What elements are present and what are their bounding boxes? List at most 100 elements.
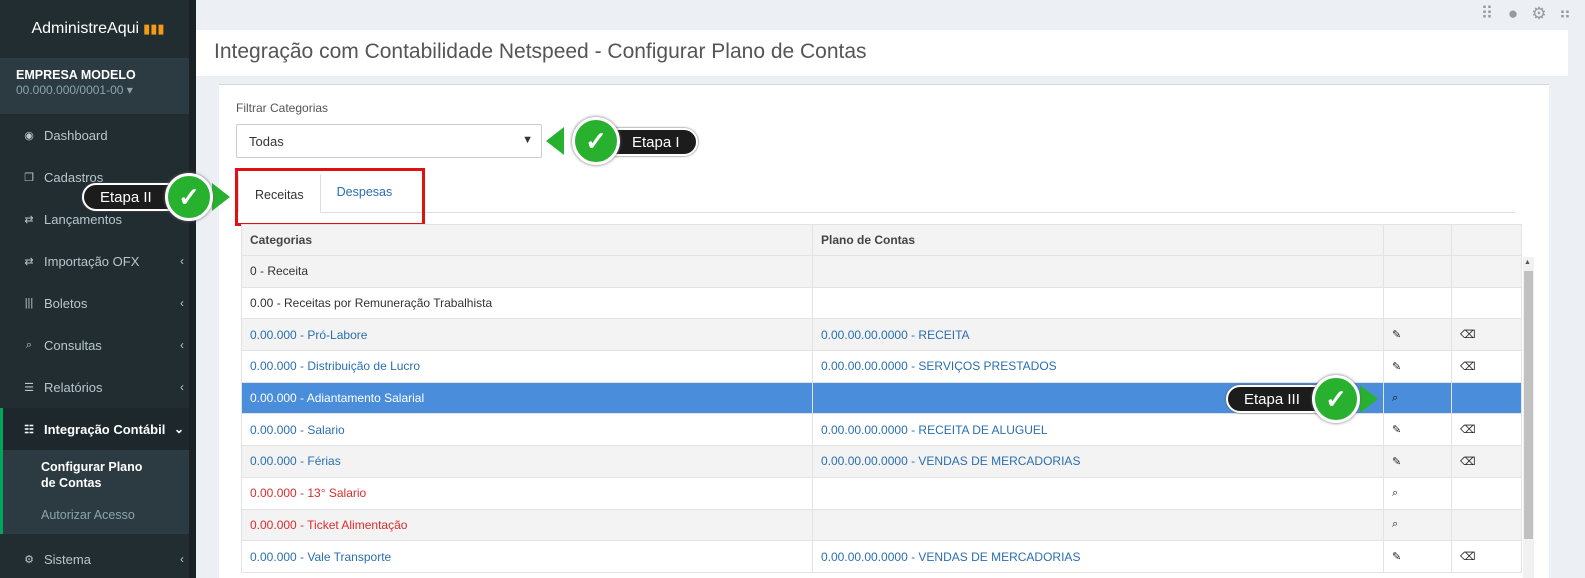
sidebar-item-integracao-contabil[interactable]: ☷ Integração Contábil ⌄	[0, 408, 196, 450]
edit-icon[interactable]: ✎	[1383, 350, 1452, 383]
search-icon[interactable]: ⌕	[1383, 476, 1452, 510]
eraser-icon[interactable]: ⌫	[1451, 540, 1522, 573]
eraser-icon[interactable]: ⌫	[1451, 445, 1522, 478]
chevron-down-icon: ⌄	[173, 422, 184, 436]
table-row: 0 - Receita	[241, 255, 1522, 288]
category-cell[interactable]: 0.00.000 - Salario	[241, 413, 813, 447]
check-icon: ✓	[165, 173, 213, 221]
callout-arrow	[546, 127, 564, 155]
grid-icon[interactable]: ⠶	[1555, 4, 1575, 24]
sidebar-item-relatorios[interactable]: ☰ Relatórios ‹	[0, 366, 196, 408]
callout-arrow	[1360, 385, 1378, 413]
plano-cell[interactable]: 0.00.00.00.0000 - SERVIÇOS PRESTADOS	[812, 350, 1384, 383]
table-row[interactable]: 0.00.000 - Férias 0.00.00.00.0000 - VEND…	[241, 445, 1522, 478]
brand-logo[interactable]: AdministreAqui ▮▮▮	[0, 0, 196, 58]
category-filter-select[interactable]: Todas ▼	[236, 124, 542, 158]
exchange-icon: ⇄	[24, 213, 34, 226]
search-icon[interactable]: ⌕	[1383, 508, 1452, 542]
search-icon[interactable]: ⌕	[1383, 381, 1452, 415]
edit-icon[interactable]: ✎	[1383, 413, 1452, 447]
table-row[interactable]: 0.00.000 - Ticket Alimentação ⌕	[241, 508, 1522, 542]
top-icons: ⠿ ● ⚙ ⠶	[1477, 4, 1575, 24]
header-categorias: Categorias	[241, 224, 813, 256]
category-cell: 0.00 - Receitas por Remuneração Trabalhi…	[241, 286, 813, 320]
gear-icon[interactable]: ⚙	[1529, 4, 1549, 24]
tabs-divider	[238, 212, 1515, 213]
category-cell[interactable]: 0.00.000 - Férias	[241, 445, 813, 478]
dashboard-icon: ◉	[24, 129, 34, 142]
content-box: Filtrar Categorias Todas ▼ Receitas Desp…	[219, 84, 1549, 578]
topbar: ⠿ ● ⚙ ⠶	[196, 0, 1585, 30]
chevron-down-icon: ▼	[522, 134, 533, 146]
category-cell: 0 - Receita	[241, 255, 813, 288]
callout-label: Etapa II	[100, 188, 152, 206]
plano-cell	[812, 286, 1384, 320]
category-cell[interactable]: 0.00.000 - Vale Transporte	[241, 540, 813, 573]
check-icon: ✓	[572, 117, 620, 165]
integracao-submenu: Configurar Plano de Contas Autorizar Ace…	[0, 450, 196, 534]
page-title: Integração com Contabilidade Netspeed - …	[214, 40, 867, 63]
sidebar: AdministreAqui ▮▮▮ EMPRESA MODELO 00.000…	[0, 0, 196, 578]
sidebar-item-dashboard[interactable]: ◉ Dashboard	[0, 114, 196, 156]
company-switcher[interactable]: EMPRESA MODELO 00.000.000/0001-00 ▾	[0, 58, 196, 114]
brand-name: AdministreAqui	[31, 20, 140, 37]
plano-cell[interactable]: 0.00.00.00.0000 - VENDAS DE MERCADORIAS	[812, 445, 1384, 478]
submenu-autorizar-acesso[interactable]: Autorizar Acesso	[3, 502, 196, 528]
check-icon: ✓	[1312, 375, 1360, 423]
category-cell[interactable]: 0.00.000 - 13° Salario	[241, 476, 813, 510]
category-cell[interactable]: 0.00.000 - Distribuição de Lucro	[241, 350, 813, 383]
plano-cell[interactable]: 0.00.00.00.0000 - RECEITA	[812, 318, 1384, 352]
sidebar-item-importacao-ofx[interactable]: ⇄ Importação OFX ‹	[0, 240, 196, 282]
edit-icon[interactable]: ✎	[1383, 540, 1452, 573]
company-cnpj: 00.000.000/0001-00 ▾	[16, 83, 133, 97]
sidebar-item-boletos[interactable]: ||| Boletos ‹	[0, 282, 196, 324]
table-row[interactable]: 0.00.000 - 13° Salario ⌕	[241, 476, 1522, 510]
table-row[interactable]: 0.00.000 - Vale Transporte 0.00.00.00.00…	[241, 540, 1522, 573]
plano-cell	[812, 255, 1384, 288]
table-header-row: Categorias Plano de Contas	[241, 224, 1522, 256]
table-scrollbar[interactable]: ▲	[1523, 257, 1534, 578]
header-plano-contas: Plano de Contas	[812, 224, 1384, 256]
category-cell[interactable]: 0.00.000 - Ticket Alimentação	[241, 508, 813, 542]
sidebar-item-sistema[interactable]: ⚙ Sistema ‹	[0, 538, 196, 578]
chevron-left-icon: ‹	[180, 296, 184, 310]
apps-grid-icon[interactable]: ⠿	[1477, 4, 1497, 24]
scroll-up-icon[interactable]: ▲	[1524, 259, 1531, 266]
plano-cell[interactable]: 0.00.00.00.0000 - RECEITA DE ALUGUEL	[812, 413, 1384, 447]
barcode-icon: |||	[24, 297, 34, 309]
search-icon: ⌕	[25, 338, 33, 351]
chevron-left-icon: ‹	[180, 338, 184, 352]
category-cell[interactable]: 0.00.000 - Adiantamento Salarial	[241, 381, 813, 415]
sidebar-edge	[189, 0, 196, 578]
bar-chart-icon: ▮▮▮	[143, 21, 165, 36]
caret-down-icon: ▾	[126, 83, 133, 97]
edit-icon[interactable]: ✎	[1383, 318, 1452, 352]
copy-icon: ❐	[24, 171, 34, 184]
table-icon: ☷	[24, 423, 34, 436]
category-filter-value: Todas	[249, 134, 284, 149]
category-cell[interactable]: 0.00.000 - Pró-Labore	[241, 318, 813, 352]
exchange-icon: ⇄	[24, 255, 34, 268]
chevron-left-icon: ‹	[180, 552, 184, 566]
eraser-icon[interactable]: ⌫	[1451, 413, 1522, 447]
list-icon: ☰	[24, 381, 34, 394]
header-edit	[1383, 224, 1452, 256]
table-row[interactable]: 0.00.000 - Pró-Labore 0.00.00.00.0000 - …	[241, 318, 1522, 352]
eraser-icon[interactable]: ⌫	[1451, 350, 1522, 383]
sidebar-item-consultas[interactable]: ⌕ Consultas ‹	[0, 324, 196, 366]
chevron-left-icon: ‹	[180, 380, 184, 394]
company-name: EMPRESA MODELO	[16, 68, 136, 82]
plano-cell[interactable]: 0.00.00.00.0000 - VENDAS DE MERCADORIAS	[812, 540, 1384, 573]
help-icon[interactable]: ●	[1503, 4, 1523, 24]
plano-cell	[812, 476, 1384, 510]
filter-label: Filtrar Categorias	[236, 101, 329, 115]
eraser-icon[interactable]: ⌫	[1451, 318, 1522, 352]
callout-arrow	[212, 183, 230, 211]
header-clear	[1451, 224, 1522, 256]
submenu-configurar-plano[interactable]: Configurar Plano de Contas	[3, 454, 196, 496]
edit-icon[interactable]: ✎	[1383, 445, 1452, 478]
callout-label: Etapa III	[1244, 390, 1300, 408]
title-bar: Integração com Contabilidade Netspeed - …	[196, 30, 1568, 76]
gears-icon: ⚙	[24, 553, 34, 566]
scrollbar-thumb[interactable]	[1524, 271, 1533, 539]
